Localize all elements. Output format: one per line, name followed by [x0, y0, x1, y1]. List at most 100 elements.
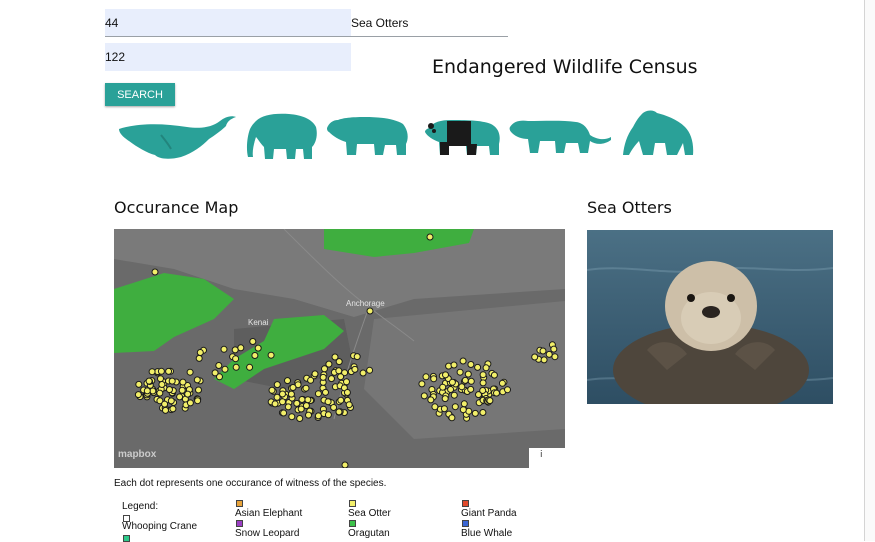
- sighting-dot[interactable]: [456, 368, 464, 376]
- sighting-dot[interactable]: [471, 409, 479, 417]
- sighting-dot[interactable]: [298, 396, 306, 403]
- sighting-dot[interactable]: [486, 397, 494, 405]
- sighting-dot[interactable]: [289, 384, 297, 391]
- sighting-dot[interactable]: [273, 393, 281, 401]
- sighting-dot[interactable]: [284, 403, 292, 411]
- sighting-dot[interactable]: [169, 405, 177, 413]
- elephant-icon[interactable]: [244, 111, 319, 161]
- sighting-dot[interactable]: [479, 387, 487, 394]
- sighting-dot[interactable]: [459, 406, 467, 414]
- sighting-dot[interactable]: [254, 344, 262, 352]
- sighting-dot[interactable]: [321, 365, 328, 373]
- sighting-dot[interactable]: [351, 365, 359, 373]
- sighting-dot[interactable]: [249, 338, 257, 345]
- map-info-control[interactable]: i: [529, 448, 565, 468]
- sighting-dot[interactable]: [461, 376, 469, 384]
- sighting-dot[interactable]: [324, 411, 332, 419]
- sighting-dot[interactable]: [366, 307, 374, 315]
- sighting-dot[interactable]: [343, 378, 350, 386]
- search-button[interactable]: SEARCH: [105, 83, 175, 106]
- info-icon[interactable]: i: [540, 450, 543, 460]
- sighting-dot[interactable]: [305, 411, 312, 419]
- sighting-dot[interactable]: [143, 387, 151, 395]
- sighting-dot[interactable]: [337, 396, 345, 404]
- scrollbar-track[interactable]: [865, 0, 875, 541]
- sighting-dot[interactable]: [195, 386, 202, 394]
- sighting-dot[interactable]: [167, 397, 175, 405]
- sighting-dot[interactable]: [427, 396, 435, 404]
- sighting-dot[interactable]: [271, 400, 279, 408]
- sighting-dot[interactable]: [176, 393, 184, 401]
- sighting-dot[interactable]: [186, 399, 194, 407]
- sighting-dot[interactable]: [467, 361, 475, 368]
- sighting-dot[interactable]: [267, 351, 275, 359]
- sighting-dot[interactable]: [284, 377, 291, 385]
- sighting-dot[interactable]: [451, 403, 459, 411]
- sighting-dot[interactable]: [431, 403, 439, 411]
- sighting-dot[interactable]: [307, 376, 315, 384]
- sighting-dot[interactable]: [148, 368, 156, 376]
- sighting-dot[interactable]: [545, 350, 553, 358]
- sighting-dot[interactable]: [467, 377, 475, 385]
- sighting-dot[interactable]: [474, 363, 482, 371]
- mapbox-attribution[interactable]: mapbox: [118, 449, 156, 460]
- sighting-dot[interactable]: [195, 354, 203, 362]
- sighting-dot[interactable]: [157, 367, 165, 375]
- sighting-dot[interactable]: [460, 400, 468, 408]
- gorilla-icon[interactable]: [621, 109, 696, 157]
- sighting-dot[interactable]: [287, 390, 295, 398]
- sighting-dot[interactable]: [341, 461, 349, 468]
- sighting-dot[interactable]: [311, 370, 319, 378]
- sighting-dot[interactable]: [442, 371, 449, 379]
- sighting-dot[interactable]: [297, 405, 305, 413]
- sighting-dot[interactable]: [186, 368, 194, 376]
- sighting-dot[interactable]: [280, 409, 288, 417]
- sighting-dot[interactable]: [422, 373, 430, 381]
- sighting-dot[interactable]: [335, 367, 343, 375]
- sighting-dot[interactable]: [343, 389, 351, 396]
- sighting-dot[interactable]: [166, 386, 173, 394]
- sighting-dot[interactable]: [314, 412, 322, 420]
- sighting-dot[interactable]: [273, 381, 281, 389]
- sighting-dot[interactable]: [134, 391, 142, 399]
- sighting-dot[interactable]: [319, 373, 327, 381]
- sighting-dot[interactable]: [490, 371, 498, 379]
- sighting-dot[interactable]: [221, 365, 229, 373]
- sighting-dot[interactable]: [211, 369, 219, 377]
- sighting-dot[interactable]: [430, 375, 438, 383]
- panda-icon[interactable]: [421, 116, 502, 157]
- sighting-dot[interactable]: [479, 379, 487, 387]
- sighting-dot[interactable]: [196, 349, 204, 356]
- sighting-dot[interactable]: [498, 379, 506, 387]
- sighting-dot[interactable]: [366, 366, 374, 374]
- sighting-dot[interactable]: [145, 377, 153, 385]
- whale-icon[interactable]: [117, 113, 238, 161]
- sighting-dot[interactable]: [531, 353, 539, 361]
- sighting-dot[interactable]: [337, 373, 345, 381]
- sighting-dot[interactable]: [215, 362, 223, 369]
- sighting-dot[interactable]: [324, 398, 332, 406]
- sighting-dot[interactable]: [335, 408, 343, 416]
- sighting-dot[interactable]: [220, 345, 228, 353]
- sighting-dot[interactable]: [178, 386, 186, 394]
- sighting-dot[interactable]: [322, 388, 329, 396]
- sighting-dot[interactable]: [450, 361, 458, 369]
- sighting-dot[interactable]: [345, 401, 353, 409]
- longitude-input[interactable]: 122: [105, 43, 351, 71]
- sighting-dot[interactable]: [246, 363, 254, 371]
- sighting-dot[interactable]: [335, 358, 343, 366]
- bear-icon[interactable]: [325, 114, 409, 157]
- occurrence-map[interactable]: Anchorage Kenai mapbox i: [114, 229, 565, 468]
- sighting-dot[interactable]: [440, 405, 448, 413]
- sighting-dot[interactable]: [168, 377, 176, 385]
- sighting-dot[interactable]: [304, 396, 312, 404]
- sighting-dot[interactable]: [158, 381, 166, 388]
- sighting-dot[interactable]: [482, 364, 490, 372]
- sighting-dot[interactable]: [151, 268, 159, 276]
- sighting-dot[interactable]: [184, 390, 192, 398]
- sighting-dot[interactable]: [441, 395, 449, 403]
- sighting-dot[interactable]: [479, 409, 487, 416]
- sighting-dot[interactable]: [302, 384, 310, 392]
- sighting-dot[interactable]: [426, 233, 434, 241]
- sighting-dot[interactable]: [268, 386, 276, 394]
